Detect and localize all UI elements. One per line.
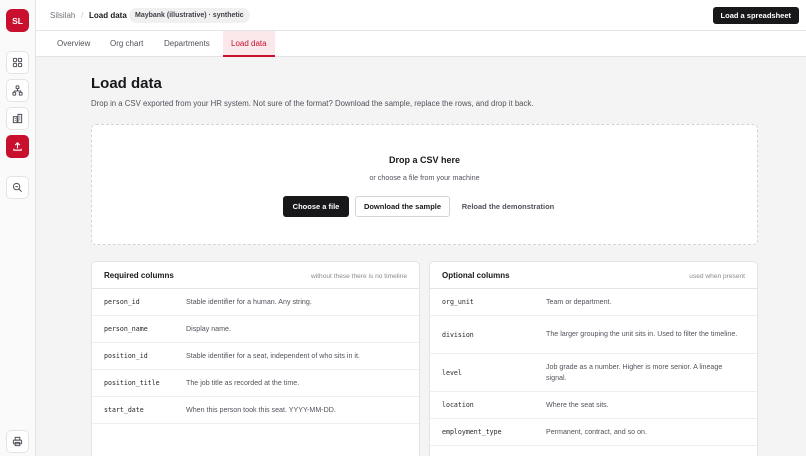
rail-departments-button[interactable]	[6, 107, 29, 130]
card-header: Required columns without these there is …	[92, 262, 419, 289]
column-description: Permanent, contract, and so on.	[546, 427, 647, 436]
table-row: position_id Stable identifier for a seat…	[92, 343, 419, 370]
column-description: Where the seat sits.	[546, 400, 609, 409]
table-row: location Where the seat sits.	[430, 392, 757, 419]
column-name: location	[442, 401, 474, 409]
breadcrumb-separator: /	[81, 11, 84, 20]
table-row: division The larger grouping the unit si…	[430, 316, 757, 354]
column-name: person_id	[104, 298, 140, 306]
column-description: Display name.	[186, 324, 231, 333]
column-name: employment_type	[442, 428, 502, 436]
load-spreadsheet-button[interactable]: Load a spreadsheet	[712, 7, 799, 24]
column-description: Job grade as a number. Higher is more se…	[546, 362, 723, 382]
card-note: without these there is no timeline	[310, 273, 407, 280]
upload-icon	[13, 142, 22, 151]
table-row: person_name Display name.	[92, 316, 419, 343]
breadcrumb-current: Load data	[89, 11, 127, 20]
required-columns-card: Required columns without these there is …	[91, 261, 420, 456]
breadcrumb-root[interactable]: Silsilah	[50, 11, 75, 20]
left-rail: SL	[0, 0, 36, 456]
rail-org-chart-button[interactable]	[6, 79, 29, 102]
table-row: position_title The job title as recorded…	[92, 370, 419, 397]
column-description: Team or department.	[546, 297, 612, 306]
table-row: employment_type Permanent, contract, and…	[430, 419, 757, 446]
tab-departments[interactable]: Departments	[156, 31, 218, 57]
csv-dropzone[interactable]: Drop a CSV here or choose a file from yo…	[91, 124, 758, 245]
dataset-badge: Maybank (illustrative) · synthetic	[129, 8, 250, 23]
page-description: Drop in a CSV exported from your HR syst…	[91, 99, 534, 108]
rail-load-data-button[interactable]	[6, 135, 29, 158]
grid-icon	[12, 57, 23, 68]
table-row: person_id Stable identifier for a human.…	[92, 289, 419, 316]
table-row: start_date When this person took this se…	[92, 397, 419, 424]
tab-bar: Overview Org chart Departments Load data	[36, 31, 806, 57]
download-sample-button[interactable]: Download the sample	[355, 196, 450, 217]
tab-org-chart[interactable]: Org chart	[102, 31, 151, 57]
dropzone-subtitle: or choose a file from your machine	[369, 173, 480, 182]
card-note: used when present	[689, 273, 745, 280]
print-icon	[12, 436, 23, 447]
choose-file-button[interactable]: Choose a file	[283, 196, 349, 217]
column-name: start_date	[104, 406, 144, 414]
column-description: The larger grouping the unit sits in. Us…	[546, 330, 738, 338]
card-title: Required columns	[104, 271, 174, 280]
tab-overview[interactable]: Overview	[49, 31, 98, 57]
dropzone-title: Drop a CSV here	[388, 155, 461, 165]
column-name: position_id	[104, 352, 148, 360]
app-logo[interactable]: SL	[6, 9, 29, 32]
column-name: position_title	[104, 379, 160, 387]
reload-demonstration-button[interactable]: Reload the demonstration	[460, 196, 556, 217]
rail-print-button[interactable]	[6, 430, 29, 453]
column-name: division	[442, 330, 474, 339]
tab-load-data[interactable]: Load data	[223, 31, 275, 57]
top-bar: Silsilah / Load data Maybank (illustrati…	[36, 0, 806, 31]
column-name: level	[442, 368, 462, 377]
column-description: Stable identifier for a seat, independen…	[186, 351, 360, 360]
page-title: Load data	[91, 75, 162, 92]
column-description: The job title as recorded at the time.	[186, 378, 300, 387]
table-row: level Job grade as a number. Higher is m…	[430, 354, 757, 392]
optional-columns-card: Optional columns used when present org_u…	[429, 261, 758, 456]
column-name: person_name	[104, 325, 148, 333]
table-row: org_unit Team or department.	[430, 289, 757, 316]
app-logo-text: SL	[12, 15, 23, 26]
rail-overview-button[interactable]	[6, 51, 29, 74]
buildings-icon	[12, 113, 23, 124]
column-description: Stable identifier for a human. Any strin…	[186, 297, 312, 306]
card-header: Optional columns used when present	[430, 262, 757, 289]
search-zoom-icon	[12, 182, 22, 192]
column-name: org_unit	[442, 298, 474, 306]
org-chart-icon	[12, 85, 23, 96]
rail-search-button[interactable]	[6, 176, 29, 199]
column-description: When this person took this seat. YYYY-MM…	[186, 405, 336, 414]
card-title: Optional columns	[442, 271, 510, 280]
